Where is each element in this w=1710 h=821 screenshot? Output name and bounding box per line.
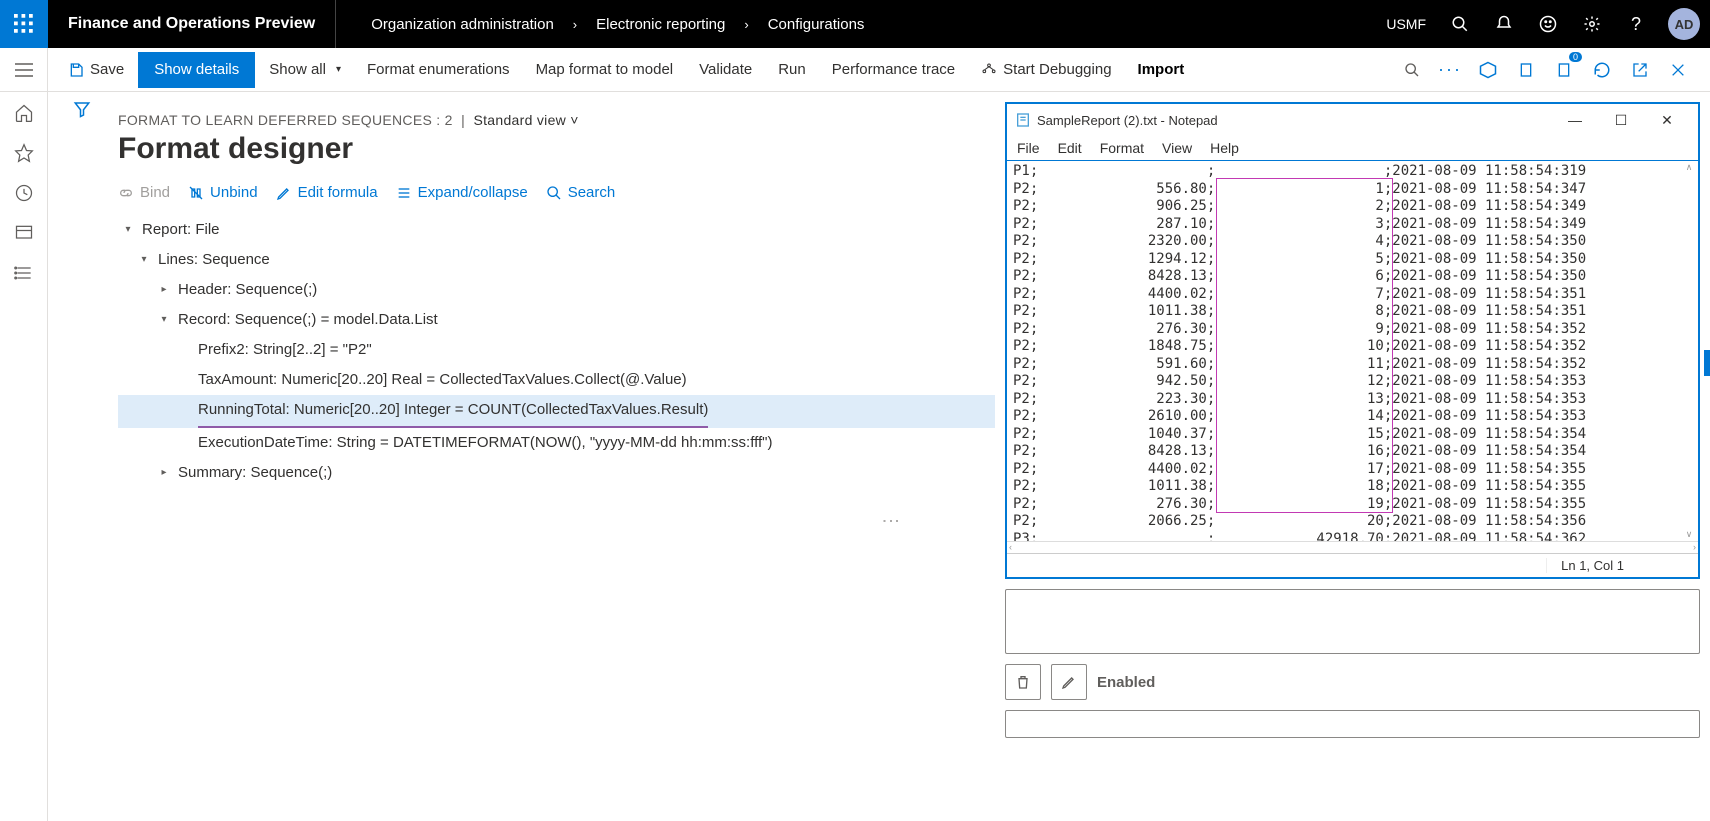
vertical-scrollbar[interactable]: ∧∨ bbox=[1680, 161, 1698, 541]
show-all-button[interactable]: Show all ▾ bbox=[257, 52, 353, 88]
close-button[interactable]: ✕ bbox=[1644, 106, 1690, 134]
start-debugging-button[interactable]: Start Debugging bbox=[969, 52, 1123, 88]
nav-toggle-button[interactable] bbox=[0, 48, 48, 91]
search-icon[interactable] bbox=[1396, 54, 1428, 86]
tree-node[interactable]: ▾Report: File bbox=[118, 215, 995, 245]
panel-resize-handle[interactable]: ⋮ bbox=[880, 512, 902, 530]
tree-node[interactable]: ▸Header: Sequence(;) bbox=[118, 275, 995, 305]
edge-highlight bbox=[1704, 350, 1710, 376]
run-button[interactable]: Run bbox=[766, 52, 818, 88]
company-selector[interactable]: USMF bbox=[1374, 16, 1438, 32]
notepad-icon bbox=[1015, 112, 1031, 128]
menu-format[interactable]: Format bbox=[1100, 140, 1144, 156]
map-format-button[interactable]: Map format to model bbox=[524, 52, 686, 88]
details-textbox[interactable] bbox=[1005, 589, 1700, 654]
validate-button[interactable]: Validate bbox=[687, 52, 764, 88]
bell-icon[interactable] bbox=[1482, 0, 1526, 48]
tree-node[interactable]: ▸Prefix2: String[2..2] = "P2" bbox=[118, 335, 995, 365]
chevron-right-icon: › bbox=[573, 17, 577, 32]
enabled-label: Enabled bbox=[1097, 674, 1155, 691]
delete-button[interactable] bbox=[1005, 664, 1041, 700]
help-icon[interactable]: ? bbox=[1614, 0, 1658, 48]
highlight-box bbox=[1216, 178, 1393, 513]
notepad-status-bar: Ln 1, Col 1 bbox=[1007, 553, 1698, 577]
page-title: Format designer bbox=[118, 132, 995, 166]
page-breadcrumb: FORMAT TO LEARN DEFERRED SEQUENCES : 2 |… bbox=[118, 112, 995, 128]
search-button[interactable]: Search bbox=[546, 184, 616, 201]
tree-node[interactable]: ▸TaxAmount: Numeric[20..20] Real = Colle… bbox=[118, 365, 995, 395]
home-icon[interactable] bbox=[13, 102, 35, 124]
close-icon[interactable] bbox=[1662, 54, 1694, 86]
tree-node-selected[interactable]: ▸RunningTotal: Numeric[20..20] Integer =… bbox=[118, 395, 995, 428]
expand-collapse-button[interactable]: Expand/collapse bbox=[396, 184, 528, 201]
tree-node[interactable]: ▸ExecutionDateTime: String = DATETIMEFOR… bbox=[118, 428, 995, 458]
maximize-button[interactable]: ☐ bbox=[1598, 106, 1644, 134]
more-icon[interactable]: ··· bbox=[1434, 54, 1466, 86]
workspace-icon[interactable] bbox=[13, 222, 35, 244]
view-selector[interactable]: Standard view ˅ bbox=[473, 112, 578, 128]
show-all-label: Show all bbox=[269, 61, 326, 78]
unbind-button[interactable]: Unbind bbox=[188, 184, 258, 201]
breadcrumb: Organization administration › Electronic… bbox=[336, 16, 899, 33]
breadcrumb-item[interactable]: Configurations bbox=[768, 16, 865, 33]
minimize-button[interactable]: — bbox=[1552, 106, 1598, 134]
import-button[interactable]: Import bbox=[1126, 52, 1197, 88]
show-details-button[interactable]: Show details bbox=[138, 52, 255, 88]
refresh-icon[interactable] bbox=[1586, 54, 1618, 86]
star-icon[interactable] bbox=[13, 142, 35, 164]
menu-file[interactable]: File bbox=[1017, 140, 1040, 156]
cursor-position: Ln 1, Col 1 bbox=[1546, 558, 1638, 573]
notepad-title: SampleReport (2).txt - Notepad bbox=[1037, 113, 1552, 128]
chevron-right-icon: › bbox=[744, 17, 748, 32]
tree-node[interactable]: ▾Lines: Sequence bbox=[118, 245, 995, 275]
horizontal-scrollbar[interactable]: ‹› bbox=[1007, 541, 1698, 553]
expand-collapse-label: Expand/collapse bbox=[418, 184, 528, 201]
chevron-down-icon: ˅ bbox=[570, 112, 578, 128]
menu-view[interactable]: View bbox=[1162, 140, 1192, 156]
save-label: Save bbox=[90, 61, 124, 78]
smiley-icon[interactable] bbox=[1526, 0, 1570, 48]
notepad-window: SampleReport (2).txt - Notepad — ☐ ✕ Fil… bbox=[1005, 102, 1700, 579]
attachment-icon[interactable] bbox=[1510, 54, 1542, 86]
format-enumerations-button[interactable]: Format enumerations bbox=[355, 52, 522, 88]
app-title: Finance and Operations Preview bbox=[48, 0, 336, 48]
edit-button[interactable] bbox=[1051, 664, 1087, 700]
office-addin-icon[interactable] bbox=[1472, 54, 1504, 86]
popout-icon[interactable] bbox=[1624, 54, 1656, 86]
tree-node[interactable]: ▸Summary: Sequence(;) bbox=[118, 458, 995, 488]
save-button[interactable]: Save bbox=[56, 52, 136, 88]
breadcrumb-item[interactable]: Organization administration bbox=[371, 16, 554, 33]
chevron-down-icon: ▾ bbox=[336, 64, 341, 75]
recent-icon[interactable] bbox=[13, 182, 35, 204]
start-debug-label: Start Debugging bbox=[1003, 61, 1111, 78]
edit-formula-label: Edit formula bbox=[298, 184, 378, 201]
attachment-count-icon[interactable]: 0 bbox=[1548, 54, 1580, 86]
gear-icon[interactable] bbox=[1570, 0, 1614, 48]
unbind-label: Unbind bbox=[210, 184, 258, 201]
menu-help[interactable]: Help bbox=[1210, 140, 1239, 156]
search-label: Search bbox=[568, 184, 616, 201]
app-launcher-button[interactable] bbox=[0, 0, 48, 48]
edit-formula-button[interactable]: Edit formula bbox=[276, 184, 378, 201]
tree-node[interactable]: ▾Record: Sequence(;) = model.Data.List bbox=[118, 305, 995, 335]
modules-icon[interactable] bbox=[13, 262, 35, 284]
performance-trace-button[interactable]: Performance trace bbox=[820, 52, 967, 88]
search-icon[interactable] bbox=[1438, 0, 1482, 48]
bind-label: Bind bbox=[140, 184, 170, 201]
enabled-textbox[interactable] bbox=[1005, 710, 1700, 738]
bind-button[interactable]: Bind bbox=[118, 184, 170, 201]
avatar[interactable]: AD bbox=[1668, 8, 1700, 40]
menu-edit[interactable]: Edit bbox=[1058, 140, 1082, 156]
breadcrumb-item[interactable]: Electronic reporting bbox=[596, 16, 725, 33]
filter-icon[interactable] bbox=[73, 100, 91, 121]
notepad-body[interactable]: P1; ; ;2021-08-09 11:58:54:319 P2; 556.8… bbox=[1007, 161, 1680, 541]
